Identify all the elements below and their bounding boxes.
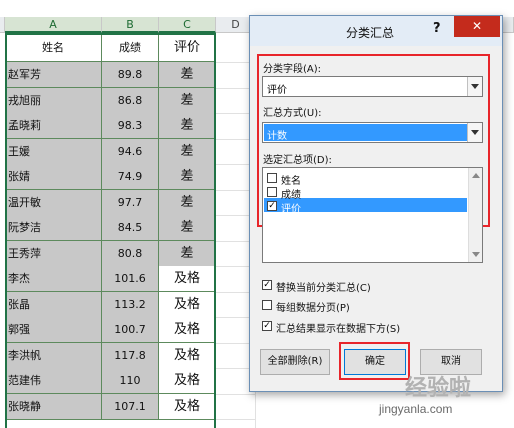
page-break-option[interactable]: 每组数据分页(P) [262,298,482,314]
summary-items-list[interactable]: 姓名 成绩 ✓ 评价 [262,167,483,263]
group-field-label: 分类字段(A): [263,64,322,75]
selected-highlight [264,124,468,141]
summary-items-label: 选定汇总项(D): [263,155,332,166]
summary-func-label: 汇总方式(U): [263,108,322,119]
replace-current-checkbox[interactable]: ✓ [262,280,272,290]
column-header-c[interactable]: C [159,17,216,33]
scroll-down-icon[interactable] [472,252,480,257]
item-checkbox[interactable] [267,187,277,197]
column-header-b[interactable]: B [102,17,159,33]
replace-current-label: 替换当前分类汇总(C) [276,283,371,294]
scroll-up-icon[interactable] [472,173,480,178]
dialog-title: 分类汇总 [346,26,395,40]
summary-func-select[interactable]: 计数 [262,122,483,143]
summary-below-checkbox[interactable]: ✓ [262,321,272,331]
item-label: 评价 [281,204,301,215]
help-button[interactable]: ? [433,21,441,36]
group-field-select[interactable]: 评价 [262,76,483,97]
close-icon: ✕ [471,19,483,33]
summary-below-option[interactable]: ✓ 汇总结果显示在数据下方(S) [262,319,482,335]
summary-below-label: 汇总结果显示在数据下方(S) [276,324,401,335]
group-field-value: 评价 [267,85,287,96]
grid-line [216,394,256,395]
item-checkbox[interactable] [267,173,277,183]
dialog-titlebar: 分类汇总 ? ✕ [250,16,502,46]
list-item[interactable]: 成绩 [267,185,467,201]
column-header-a[interactable]: A [5,17,102,33]
watermark: 经验啦 jingyanla.com [375,368,507,424]
subtotal-dialog: 分类汇总 ? ✕ 分类字段(A): 评价 汇总方式(U): 计数 选定汇总项(D… [249,15,503,392]
replace-current-option[interactable]: ✓ 替换当前分类汇总(C) [262,278,482,294]
page-break-checkbox[interactable] [262,300,272,310]
watermark-url: jingyanla.com [379,402,453,416]
summary-func-value: 计数 [267,131,287,142]
list-scrollbar[interactable] [468,168,482,262]
close-button[interactable]: ✕ [454,16,500,37]
remove-all-button[interactable]: 全部删除(R) [260,349,330,375]
chevron-down-icon[interactable] [467,77,482,96]
selection-outline [5,33,216,428]
chevron-down-icon[interactable] [467,123,482,142]
list-item[interactable]: 姓名 [267,171,467,187]
item-checkbox-checked[interactable]: ✓ [267,201,277,211]
page-break-label: 每组数据分页(P) [276,303,350,314]
grid-line [216,419,256,420]
list-item[interactable]: ✓ 评价 [267,199,467,215]
watermark-text: 经验啦 [405,376,472,401]
